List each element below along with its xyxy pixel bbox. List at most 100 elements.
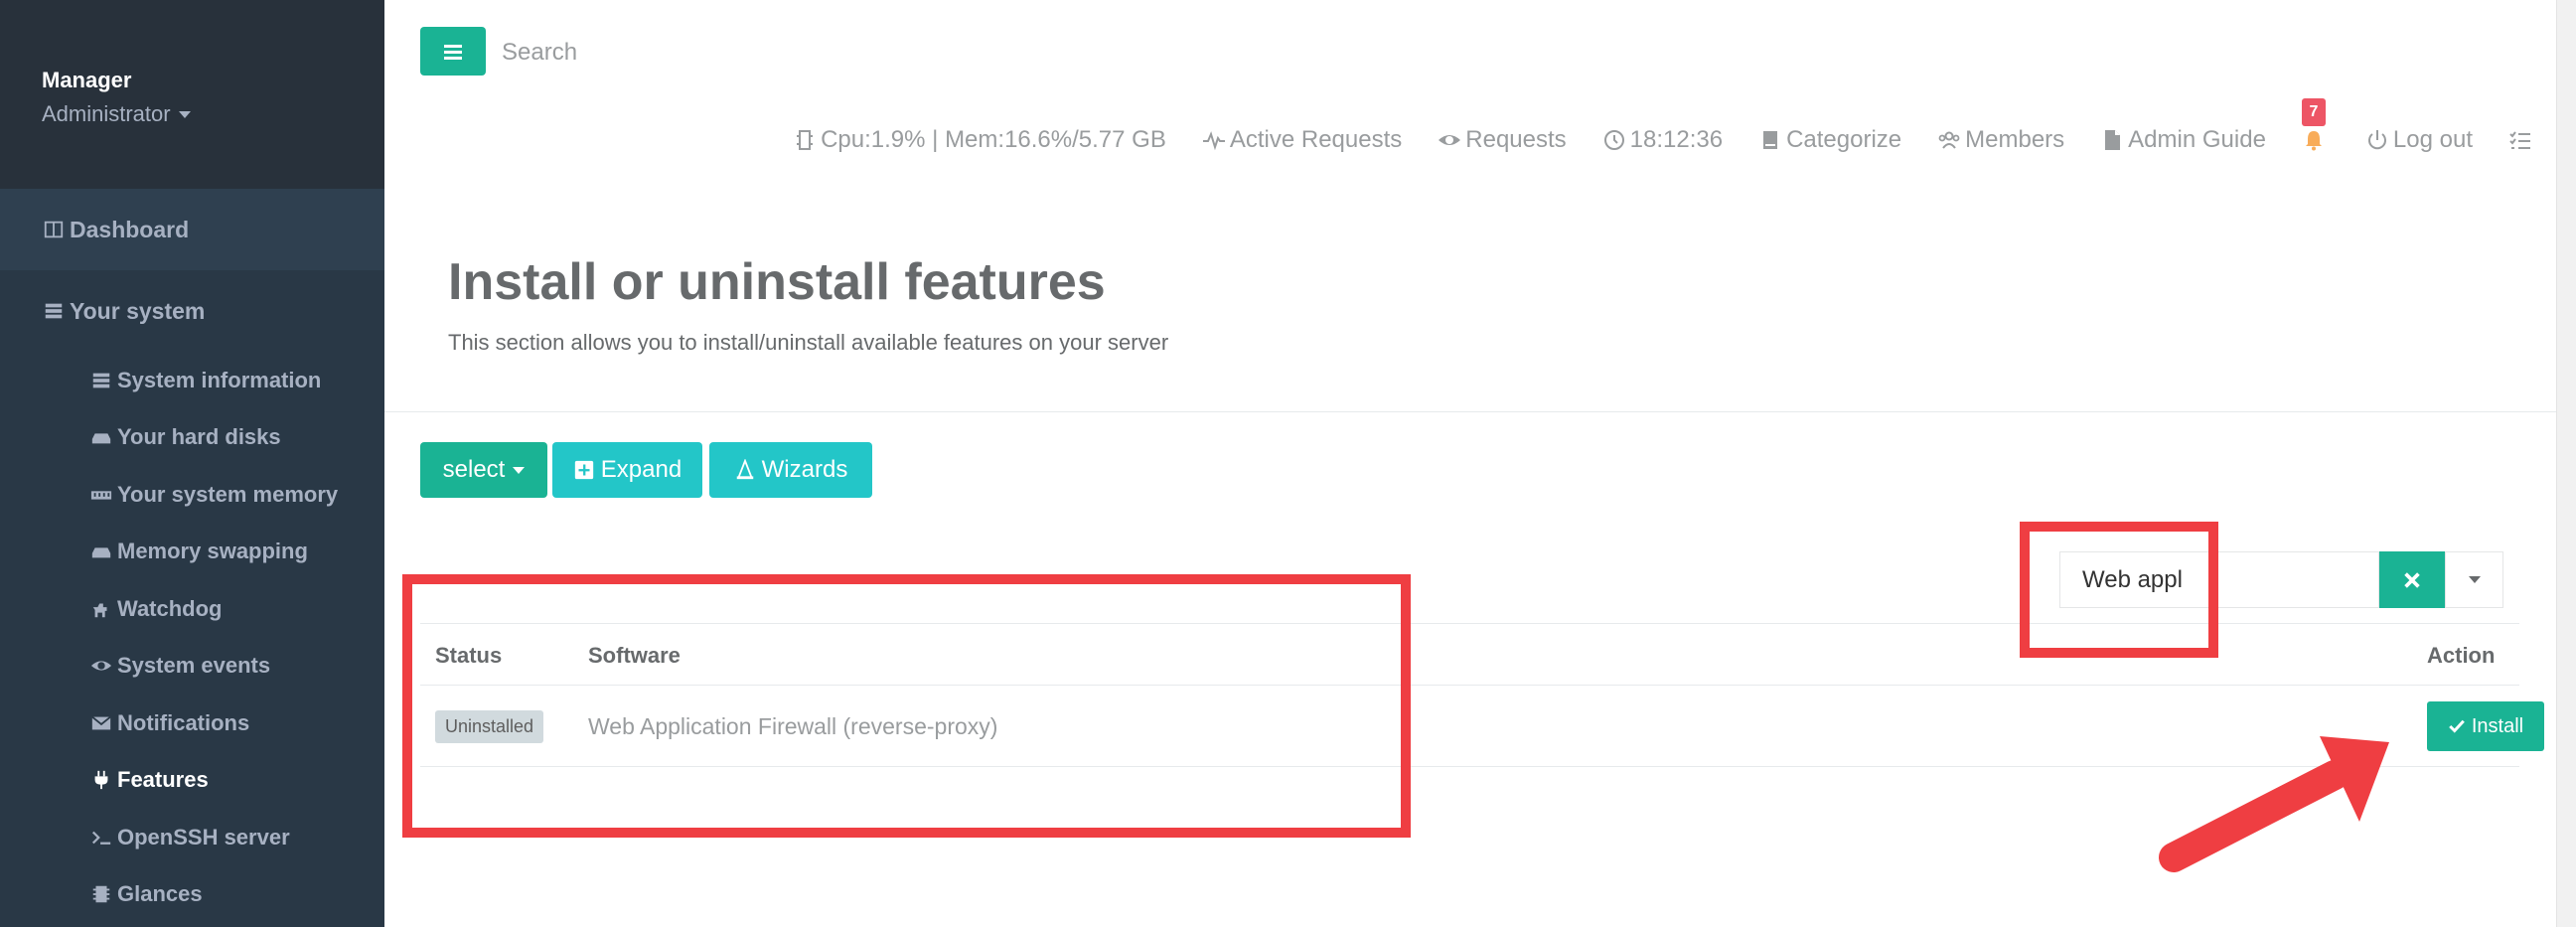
page-title: Install or uninstall features [448,253,1106,311]
page-subtitle: This section allows you to install/unins… [448,330,1169,355]
requests-label: Requests [1465,126,1567,153]
eye-icon [89,655,113,677]
sidebar-item-label: Features [117,767,209,793]
sidebar-item-features[interactable]: Features [0,752,384,810]
notification-count-badge: 7 [2301,98,2326,126]
top-navigation: Cpu:1.9% | Mem:16.6%/5.77 GB Active Requ… [793,98,2536,161]
select-label: select [442,456,506,483]
categorize-label: Categorize [1786,126,1902,153]
sidebar-item-label: Dashboard [70,216,190,242]
search-input[interactable] [502,28,1098,77]
caret-down-icon [2468,576,2481,583]
clock-time: 18:12:36 [1629,126,1724,153]
sidebar-item-label: OpenSSH server [117,824,290,850]
admin-guide-link[interactable]: Admin Guide [2100,126,2266,154]
clear-filter-button[interactable] [2379,551,2445,608]
users-icon [1937,128,1961,152]
members-link[interactable]: Members [1937,126,2064,154]
hdd-icon [89,426,113,448]
close-icon [2404,571,2420,588]
task-list-button[interactable] [2508,128,2536,152]
envelope-icon [89,712,113,734]
categorize-link[interactable]: Categorize [1758,126,1901,154]
sidebar-item-notifications[interactable]: Notifications [0,695,384,752]
profile-name: Manager [42,68,132,92]
active-requests-link[interactable]: Active Requests [1202,126,1402,154]
requests-link[interactable]: Requests [1438,126,1567,154]
plug-icon [89,769,113,791]
power-icon [2365,128,2389,152]
dog-icon [89,598,113,620]
profile-role-dropdown[interactable]: Administrator [42,101,384,127]
annotation-arrow-icon [2159,736,2389,872]
sidebar-item-label: Watchdog [117,595,223,621]
eye-icon [1438,128,1461,152]
sidebar-item-label: Your system memory [117,481,339,507]
members-label: Members [1965,126,2065,153]
sidebar-item-system-information[interactable]: System information [0,352,384,409]
bars-icon [444,44,462,60]
clock-icon [1602,128,1626,152]
plus-square-icon [574,460,593,480]
wizards-label: Wizards [761,456,848,483]
server-icon [42,300,66,322]
system-stats-text: Cpu:1.9% | Mem:16.6%/5.77 GB [821,126,1166,153]
memory-icon [89,484,113,506]
sidebar-item-label: System information [117,367,322,392]
columns-icon [42,219,66,240]
sidebar-item-hard-disks[interactable]: Your hard disks [0,409,384,467]
heartbeat-icon [1202,128,1226,152]
install-label: Install [2471,714,2524,737]
clock-display: 18:12:36 [1602,126,1723,154]
page-heading: Install or uninstall features This secti… [384,189,2556,412]
tasks-icon [2508,128,2532,152]
page-scrollbar[interactable] [2556,0,2576,927]
column-header-action[interactable]: Action [2427,624,2495,687]
book-icon [1758,128,1782,152]
wizards-button[interactable]: Wizards [709,442,872,498]
sidebar-item-watchdog[interactable]: Watchdog [0,580,384,638]
notifications-bell[interactable]: 7 [2301,98,2330,152]
sidebar-item-label: Notifications [117,709,250,735]
annotation-highlight-filter [2020,522,2218,658]
sidebar-item-label: System events [117,653,271,679]
annotation-highlight-table [402,574,1411,838]
hdd-icon [89,541,113,562]
admin-guide-label: Admin Guide [2128,126,2266,153]
expand-button[interactable]: Expand [552,442,702,498]
logout-link[interactable]: Log out [2365,126,2473,154]
sidebar-item-glances[interactable]: Glances [0,866,384,924]
sidebar: Manager Administrator Dashboard Your sys… [0,0,384,927]
chip-icon [89,883,113,905]
sidebar-item-label: Memory swapping [117,539,308,564]
caret-down-icon [178,110,191,118]
menu-toggle-button[interactable] [420,27,486,76]
check-icon [2449,719,2465,733]
sidebar-item-label: Glances [117,881,203,907]
sidebar-item-memory-swapping[interactable]: Memory swapping [0,524,384,581]
sidebar-item-system-events[interactable]: System events [0,638,384,695]
logout-label: Log out [2392,126,2473,153]
filter-options-dropdown[interactable] [2445,551,2503,608]
expand-label: Expand [600,456,682,483]
sidebar-item-your-system[interactable]: Your system [0,270,384,352]
sidebar-item-label: Your hard disks [117,424,281,450]
install-button[interactable]: Install [2427,701,2544,751]
terminal-icon [89,827,113,849]
bell-icon [2302,128,2326,152]
wizard-hat-icon [736,459,753,480]
caret-down-icon [513,466,526,474]
sidebar-item-label: Your system [70,297,206,324]
active-requests-label: Active Requests [1229,126,1403,153]
chip-icon [793,128,817,152]
sidebar-item-dashboard[interactable]: Dashboard [0,189,384,270]
server-icon [89,370,113,391]
sidebar-submenu: System information Your hard disks Your … [0,352,384,927]
profile-panel: Manager Administrator [0,0,384,189]
profile-role: Administrator [42,101,171,126]
sidebar-item-system-memory[interactable]: Your system memory [0,466,384,524]
sidebar-item-openssh[interactable]: OpenSSH server [0,809,384,866]
pdf-file-icon [2100,128,2124,152]
select-dropdown-button[interactable]: select [420,442,547,498]
system-stats: Cpu:1.9% | Mem:16.6%/5.77 GB [793,126,1166,154]
